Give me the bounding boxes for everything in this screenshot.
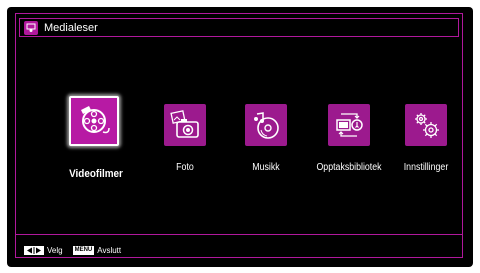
camera-photo-icon — [164, 104, 206, 146]
film-reel-icon — [69, 96, 119, 146]
help-bar: Velg MENU Avslutt — [24, 243, 121, 257]
tv-screen: Medialeser Videofilmer Foto Musikk Oppta… — [7, 7, 473, 267]
menu-item-label: Innstillinger — [403, 162, 449, 173]
help-text-select: Velg — [47, 245, 63, 255]
settings-gears-icon — [405, 104, 447, 146]
help-text-exit: Avslutt — [97, 245, 122, 255]
media-browser-frame: Medialeser Videofilmer Foto Musikk Oppta… — [15, 13, 463, 258]
menu-item-musikk[interactable]: Musikk — [226, 96, 306, 186]
title-bar: Medialeser — [19, 18, 459, 37]
media-player-icon — [24, 20, 38, 35]
menu-item-videofilmer[interactable]: Videofilmer — [56, 96, 136, 186]
menu-item-innstillinger[interactable]: Innstillinger — [386, 96, 466, 186]
recording-library-icon — [328, 104, 370, 146]
media-menu: Videofilmer Foto Musikk Opptaksbibliotek… — [16, 96, 462, 186]
footer-divider — [16, 234, 462, 235]
music-disc-icon — [245, 104, 287, 146]
menu-key-icon: MENU — [72, 245, 95, 255]
page-title: Medialeser — [44, 21, 98, 34]
left-right-key-icon — [24, 245, 44, 255]
